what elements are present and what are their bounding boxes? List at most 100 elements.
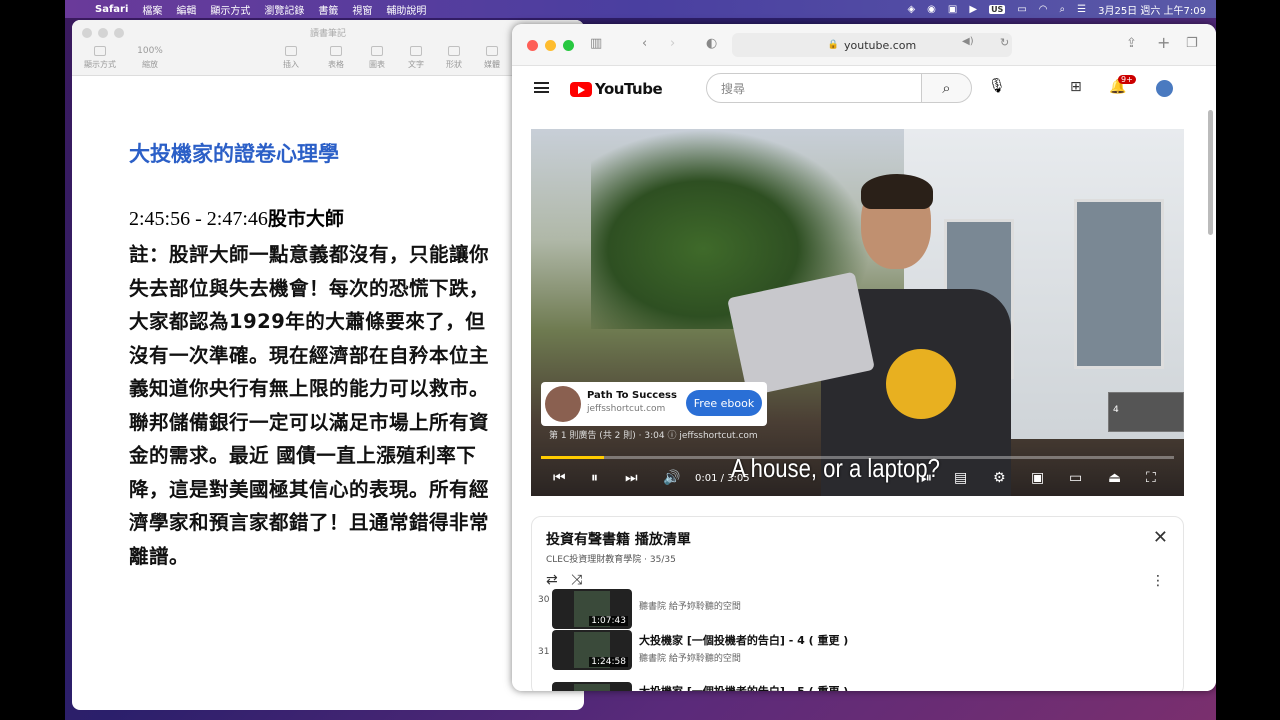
zoom-value: 100% [137,46,163,56]
menu-view[interactable]: 顯示方式 [210,2,250,17]
document-body[interactable]: 註：股評大師一點意義都沒有，只能讓你失去部位與失去機會！每次的恐慌下跌，大家都認… [129,238,501,573]
pages-window-title: 讀書筆記 [309,29,346,39]
menu-icon[interactable] [534,82,549,93]
fullscreen-button[interactable] [563,40,574,51]
ad-info-url[interactable]: jeffsshortcut.com [679,431,757,441]
input-source-badge[interactable]: US [989,4,1006,14]
toolbar-table-button[interactable]: 表格 [316,46,356,70]
menu-window[interactable]: 視窗 [352,2,372,17]
ad-url: jeffsshortcut.com [587,404,666,414]
video-progress-bar[interactable] [541,456,1174,459]
pause-icon[interactable]: ⏸ [591,470,598,486]
video-controls: ⏮ ⏸ ⏭ 🔊 0:01 / 3:05 ⏯ ▤ ⚙ ▣ ▭ ⏏ ⛶ [531,464,1184,496]
menu-clock[interactable]: 3月25日 週六 上午7:09 [1098,2,1206,17]
theater-mode-icon[interactable]: ▭ [1069,470,1082,486]
ad-card[interactable]: Path To Success jeffsshortcut.com Free e… [541,382,767,426]
playlist-item-thumbnail: 1:24:58 [552,630,632,670]
playlist-panel: 投資有聲書籍 播放清單 CLEC投資理財教育學院 · 35/35 ✕ ⇄ ⤨ ⋮… [531,516,1184,691]
reload-icon[interactable]: ↻ [1000,36,1009,49]
fullscreen-icon[interactable]: ⛶ [1146,470,1156,486]
menu-app-name[interactable]: Safari [95,4,128,15]
toolbar-zoom-button[interactable]: 100% 縮放 [130,46,170,70]
toolbar-text-button[interactable]: 文字 [396,46,436,70]
thumbnail-cover [574,684,610,691]
shuffle-icon[interactable]: ⤨ [571,572,582,588]
playlist-channel[interactable]: CLEC投資理財教育學院 [546,555,641,565]
menu-bookmarks[interactable]: 書籤 [318,2,338,17]
shield-status-icon[interactable]: ◈ [907,4,915,15]
close-button[interactable] [527,40,538,51]
share-icon[interactable]: ⇪ [1126,36,1137,51]
notification-badge: 9+ [1118,75,1136,84]
wifi-icon[interactable]: ◠ [1039,4,1048,15]
playlist-title[interactable]: 投資有聲書籍 播放清單 [546,529,691,549]
toolbar-insert-button[interactable]: 插入 [271,46,311,70]
menu-edit[interactable]: 編輯 [176,2,196,17]
menu-file[interactable]: 檔案 [142,2,162,17]
microphone-icon[interactable]: 🎙 [988,78,1006,94]
playlist-item-thumbnail [552,682,632,691]
record-status-icon[interactable]: ◉ [927,4,936,15]
url-text: youtube.com [843,38,917,52]
privacy-shield-icon[interactable]: ◐ [706,36,717,51]
safari-window: ▥ ‹ › ◐ 🔒 youtube.com ◀) ↻ ⇪ + ❐ YouTube … [512,24,1216,691]
chart-icon [371,46,383,56]
menu-bar: Safari 檔案 編輯 顯示方式 瀏覽記錄 書籤 視窗 輔助說明 ◈ ◉ ▣ … [65,0,1216,18]
document-timestamp[interactable]: 2:45:56 - 2:47:46股市大師 [129,204,344,231]
loop-icon[interactable]: ⇄ [546,572,558,588]
search-input[interactable]: 搜尋 [706,73,922,103]
document-title[interactable]: 大投機家的證卷心理學 [129,138,339,168]
settings-gear-icon[interactable]: ⚙ [993,470,1006,486]
previous-icon[interactable]: ⏮ [553,470,566,486]
next-video-thumbnail[interactable]: 4 [1108,392,1184,432]
search-button[interactable]: ⌕ [921,73,972,103]
audio-icon[interactable]: ◀) [962,36,974,47]
create-video-icon[interactable]: ⊞ [1070,79,1082,95]
volume-icon[interactable]: 🔊 [663,470,680,486]
menu-history[interactable]: 瀏覽記錄 [264,2,304,17]
close-playlist-icon[interactable]: ✕ [1153,527,1168,548]
info-icon[interactable]: ⓘ [667,431,676,441]
playlist-actions: ⇄ ⤨ [546,572,582,588]
playlist-item-duration: 1:24:58 [589,657,628,667]
toolbar-media-button[interactable]: 媒體 [472,46,512,70]
playlist-item-title: 大投機家 [一個投機者的告白] - 4 ( 重更 ) [639,634,849,647]
account-avatar[interactable] [1156,80,1173,97]
pages-toolbar: 讀書筆記 顯示方式 100% 縮放 插入 表格 圖表 文字 形狀 媒體 [72,20,584,76]
back-icon[interactable]: ‹ [642,36,647,51]
menu-help[interactable]: 輔助說明 [386,2,426,17]
shape-icon [448,46,460,56]
status-area: ◈ ◉ ▣ ▶ US ▭ ◠ ⌕ ☰ 3月25日 週六 上午7:09 [907,0,1206,18]
playlist-item[interactable]: 31 1:24:58 大投機家 [一個投機者的告白] - 4 ( 重更 ) 聽書… [532,630,1172,674]
toolbar-chart-button[interactable]: 圖表 [357,46,397,70]
playlist-item[interactable]: 大投機家 [一個投機者的告白] - 5 ( 重更 ) [532,680,1172,691]
youtube-page: YouTube 搜尋 ⌕ 🎙 ⊞ 🔔 9+ 4 Path To Success … [512,66,1216,691]
playlist-item-duration: 1:07:43 [589,616,628,626]
play-status-icon[interactable]: ▶ [969,4,977,15]
video-player[interactable]: 4 Path To Success jeffsshortcut.com Free… [531,129,1184,496]
playlist-item-channel: 聽書院 給予妳聆聽的空間 [639,654,741,664]
new-tab-icon[interactable]: + [1157,33,1170,52]
spotlight-icon[interactable]: ⌕ [1060,4,1066,15]
tab-overview-icon[interactable]: ❐ [1186,36,1198,51]
autoplay-toggle-icon[interactable]: ⏯ [921,470,932,486]
control-center-icon[interactable]: ☰ [1077,4,1086,15]
subtitles-icon[interactable]: ▤ [954,470,967,486]
sidebar-icon[interactable]: ▥ [590,36,602,51]
free-ebook-button[interactable]: Free ebook [686,390,762,416]
airplay-icon[interactable]: ⏏ [1108,470,1121,486]
battery-icon[interactable]: ▭ [1017,4,1026,15]
presenter-hair [861,174,933,209]
car-status-icon[interactable]: ▣ [948,4,957,15]
more-options-icon[interactable]: ⋮ [1151,573,1165,589]
next-icon[interactable]: ⏭ [625,470,638,486]
youtube-logo[interactable]: YouTube [570,80,663,98]
text-icon [410,46,422,56]
page-scrollbar[interactable] [1208,110,1213,235]
forward-icon[interactable]: › [670,36,675,51]
miniplayer-icon[interactable]: ▣ [1031,470,1044,486]
toolbar-view-button[interactable]: 顯示方式 [80,46,120,70]
minimize-button[interactable] [545,40,556,51]
playlist-item-title: 大投機家 [一個投機者的告白] - 5 ( 重更 ) [639,683,848,691]
toolbar-shape-button[interactable]: 形狀 [434,46,474,70]
